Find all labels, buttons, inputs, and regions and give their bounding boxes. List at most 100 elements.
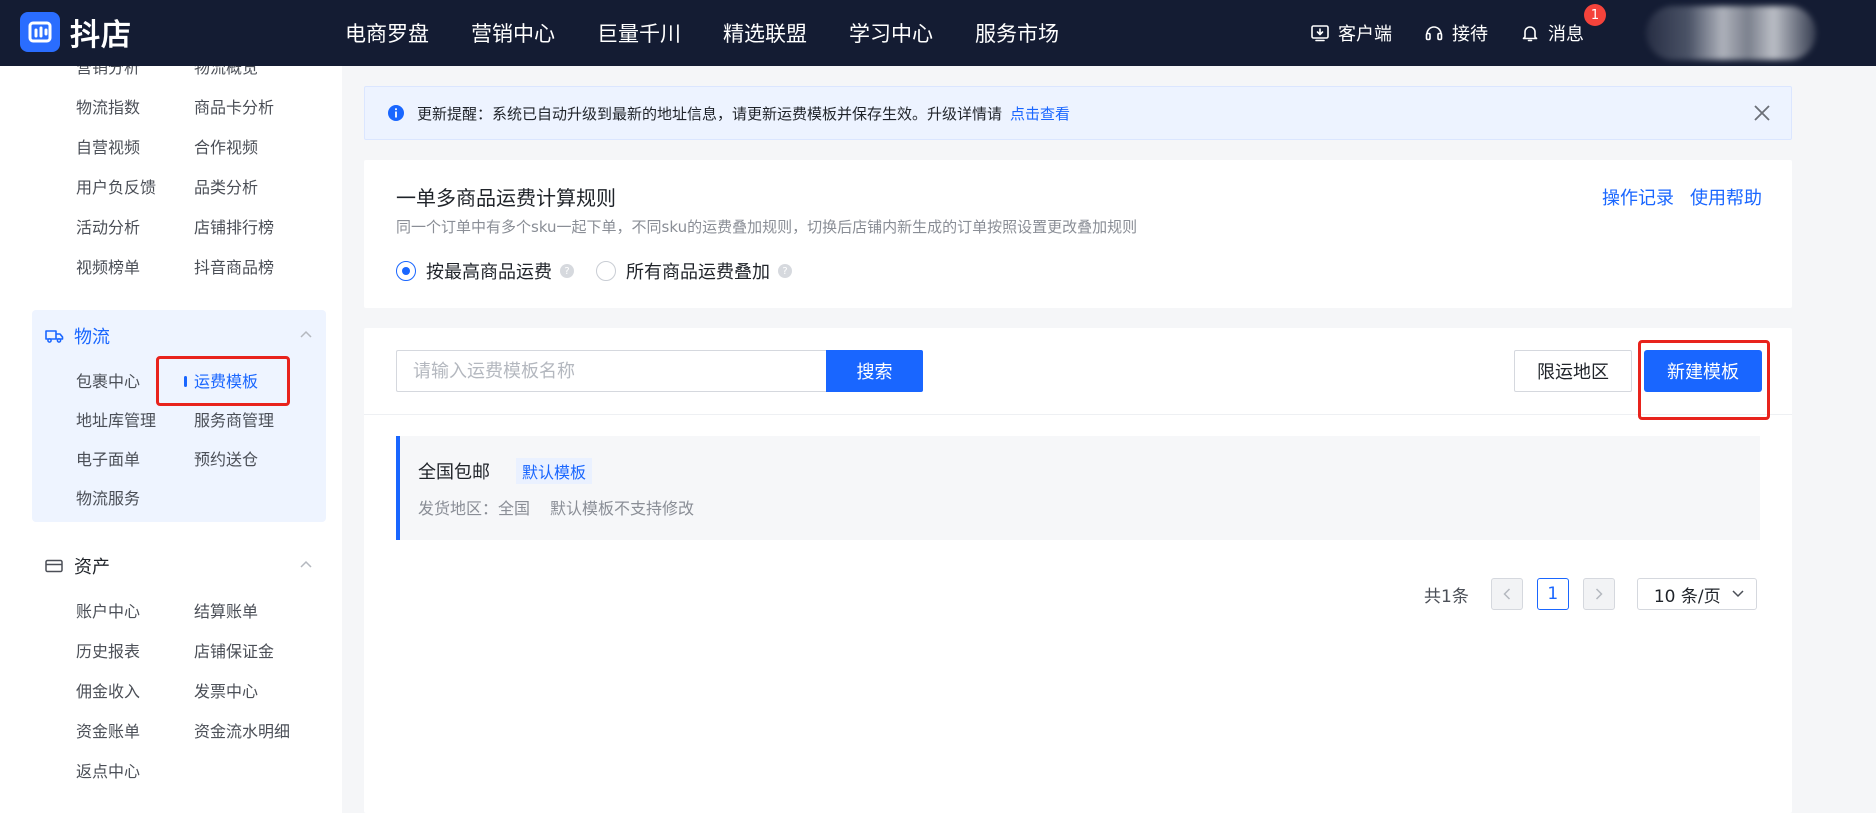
template-note: 默认模板不支持修改 [550, 499, 695, 518]
sidebar-item-invoice-center[interactable]: 发票中心 [194, 672, 324, 712]
nav-item-learning[interactable]: 学习中心 [849, 18, 933, 48]
default-template-tag: 默认模板 [516, 458, 593, 484]
sidebar-item-logistics-index[interactable]: 物流指数 [76, 88, 194, 128]
sidebar-item-freight-template[interactable]: 运费模板 [184, 362, 324, 401]
sidebar-item-shop-deposit[interactable]: 店铺保证金 [194, 632, 324, 672]
radio-sum-freight-label: 所有商品运费叠加 [626, 262, 770, 283]
customer-service-button[interactable]: 接待 [1424, 20, 1488, 46]
template-search-input[interactable] [396, 350, 826, 392]
radio-unchecked-icon [596, 261, 616, 281]
download-icon [1311, 25, 1329, 42]
client-download-button[interactable]: 客户端 [1310, 20, 1392, 46]
wallet-icon [45, 559, 63, 573]
sidebar-group-logistics-header[interactable]: 物流 [32, 310, 326, 362]
limit-area-button[interactable]: 限运地区 [1514, 350, 1632, 392]
nav-item-service-market[interactable]: 服务市场 [975, 18, 1059, 48]
freight-rule-card: 一单多商品运费计算规则 同一个订单中有多个sku一起下单，不同sku的运费叠加规… [364, 160, 1792, 308]
rule-card-description: 同一个订单中有多个sku一起下单，不同sku的运费叠加规则，切换后店铺内新生成的… [396, 218, 1138, 236]
template-list-item[interactable]: 全国包邮 默认模板 发货地区：全国 默认模板不支持修改 [396, 436, 1760, 540]
radio-max-freight-label: 按最高商品运费 [426, 262, 552, 283]
message-count-badge: 1 [1584, 4, 1606, 26]
rule-card-links: 操作记录 使用帮助 [1602, 184, 1762, 210]
sidebar-item-package-center[interactable]: 包裹中心 [76, 362, 194, 401]
sidebar-item-video-ranking[interactable]: 视频榜单 [76, 248, 194, 288]
divider [364, 414, 1792, 415]
freight-rule-radio-group: 按最高商品运费 ? 所有商品运费叠加 ? [396, 258, 814, 284]
page-size-select[interactable]: 10 条/页 [1636, 578, 1757, 610]
next-page-button[interactable] [1582, 578, 1615, 610]
sidebar-group-assets: 资产 账户中心 结算账单 历史报表 店铺保证金 佣金收入 发票中心 资金账单 资… [32, 540, 326, 792]
pagination-total: 共1条 [1424, 586, 1469, 607]
chevron-down-icon [1732, 590, 1744, 598]
app-logo[interactable]: 抖店 [20, 10, 132, 54]
chevron-left-icon [1503, 588, 1510, 600]
nav-item-qianchuan[interactable]: 巨量千川 [597, 18, 681, 48]
top-right-actions: 客户端 接待 消息 1 [1310, 0, 1616, 66]
sidebar-item-fund-flow-detail[interactable]: 资金流水明细 [194, 712, 324, 752]
help-question-icon[interactable]: ? [778, 264, 792, 278]
bell-icon [1522, 26, 1538, 42]
sidebar-item-address-library[interactable]: 地址库管理 [76, 401, 194, 440]
messages-button[interactable]: 消息 1 [1520, 4, 1606, 46]
operation-records-link[interactable]: 操作记录 [1602, 184, 1674, 210]
sidebar-item-own-video[interactable]: 自营视频 [76, 128, 194, 168]
sidebar-group-assets-header[interactable]: 资产 [32, 540, 326, 592]
sidebar-item-warehouse-booking[interactable]: 预约送仓 [194, 440, 324, 479]
page-number-current[interactable]: 1 [1536, 578, 1569, 610]
rule-card-title: 一单多商品运费计算规则 [396, 186, 616, 210]
messages-label: 消息 [1548, 24, 1584, 45]
sidebar-item-rebate-center[interactable]: 返点中心 [76, 752, 194, 792]
sidebar-item-category-analysis[interactable]: 品类分析 [194, 168, 324, 208]
truck-icon [45, 330, 64, 343]
headset-icon [1425, 26, 1443, 41]
sidebar-item-logistics-overview[interactable]: 物流概览 [194, 66, 324, 88]
chevron-up-icon [300, 560, 312, 568]
sidebar-group-assets-title: 资产 [74, 557, 110, 578]
sidebar-item-douyin-product-ranking[interactable]: 抖音商品榜 [194, 248, 324, 288]
template-ship-area: 发货地区：全国 [418, 499, 531, 518]
sidebar-item-negative-feedback[interactable]: 用户负反馈 [76, 168, 194, 208]
chevron-up-icon [300, 330, 312, 338]
sidebar-item-settlement-bill[interactable]: 结算账单 [194, 592, 324, 632]
user-avatar[interactable] [1646, 6, 1816, 60]
sidebar-item-history-report[interactable]: 历史报表 [76, 632, 194, 672]
template-name: 全国包邮 [418, 462, 490, 483]
sidebar-item-product-card-analysis[interactable]: 商品卡分析 [194, 88, 324, 128]
radio-checked-icon [396, 261, 416, 281]
page-size-value: 10 条/页 [1653, 586, 1721, 607]
freight-template-list-card: 搜索 限运地区 新建模板 全国包邮 默认模板 发货地区：全国默认模板不支持修改 … [364, 328, 1792, 813]
sidebar-item-shop-ranking[interactable]: 店铺排行榜 [194, 208, 324, 248]
update-notice-banner: 更新提醒：系统已自动升级到最新的地址信息，请更新运费模板并保存生效。升级详情请 … [364, 86, 1792, 140]
sidebar-item-coop-video[interactable]: 合作视频 [194, 128, 324, 168]
search-button[interactable]: 搜索 [826, 350, 923, 392]
help-question-icon[interactable]: ? [560, 264, 574, 278]
usage-help-link[interactable]: 使用帮助 [1690, 184, 1762, 210]
radio-max-freight[interactable]: 按最高商品运费 ? [396, 258, 574, 284]
sidebar-item-commission-income[interactable]: 佣金收入 [76, 672, 194, 712]
sidebar-item-e-waybill[interactable]: 电子面单 [76, 440, 194, 479]
prev-page-button[interactable] [1490, 578, 1523, 610]
pagination: 共1条 1 10 条/页 [1424, 578, 1757, 610]
nav-item-compass[interactable]: 电商罗盘 [345, 18, 429, 48]
nav-item-alliance[interactable]: 精选联盟 [723, 18, 807, 48]
sidebar-item-activity-analysis[interactable]: 活动分析 [76, 208, 194, 248]
sidebar-item-marketing-analysis[interactable]: 营销分析 [76, 66, 194, 88]
nav-item-marketing[interactable]: 营销中心 [471, 18, 555, 48]
close-icon[interactable] [1753, 104, 1771, 122]
info-icon [388, 105, 404, 121]
client-label: 客户端 [1338, 24, 1392, 45]
sidebar-item-account-center[interactable]: 账户中心 [76, 592, 194, 632]
doudian-logo-icon [20, 12, 60, 52]
app-logo-text: 抖店 [70, 18, 132, 53]
top-nav-menu: 电商罗盘 营销中心 巨量千川 精选联盟 学习中心 服务市场 [345, 0, 1101, 66]
new-template-button[interactable]: 新建模板 [1644, 350, 1762, 392]
sidebar-item-fund-bill[interactable]: 资金账单 [76, 712, 194, 752]
sidebar: 营销分析 物流概览 物流指数 商品卡分析 自营视频 合作视频 用户负反馈 品类分… [0, 66, 342, 813]
sidebar-item-provider-management[interactable]: 服务商管理 [194, 401, 324, 440]
service-label: 接待 [1452, 24, 1488, 45]
notice-text: 更新提醒：系统已自动升级到最新的地址信息，请更新运费模板并保存生效。升级详情请 [417, 104, 1003, 123]
radio-sum-freight[interactable]: 所有商品运费叠加 ? [596, 258, 792, 284]
notice-view-link[interactable]: 点击查看 [1010, 103, 1070, 124]
sidebar-item-logistics-service[interactable]: 物流服务 [76, 479, 194, 518]
sidebar-group-logistics: 物流 包裹中心 运费模板 地址库管理 服务商管理 电子面单 预约送仓 物流服务 [32, 310, 326, 522]
